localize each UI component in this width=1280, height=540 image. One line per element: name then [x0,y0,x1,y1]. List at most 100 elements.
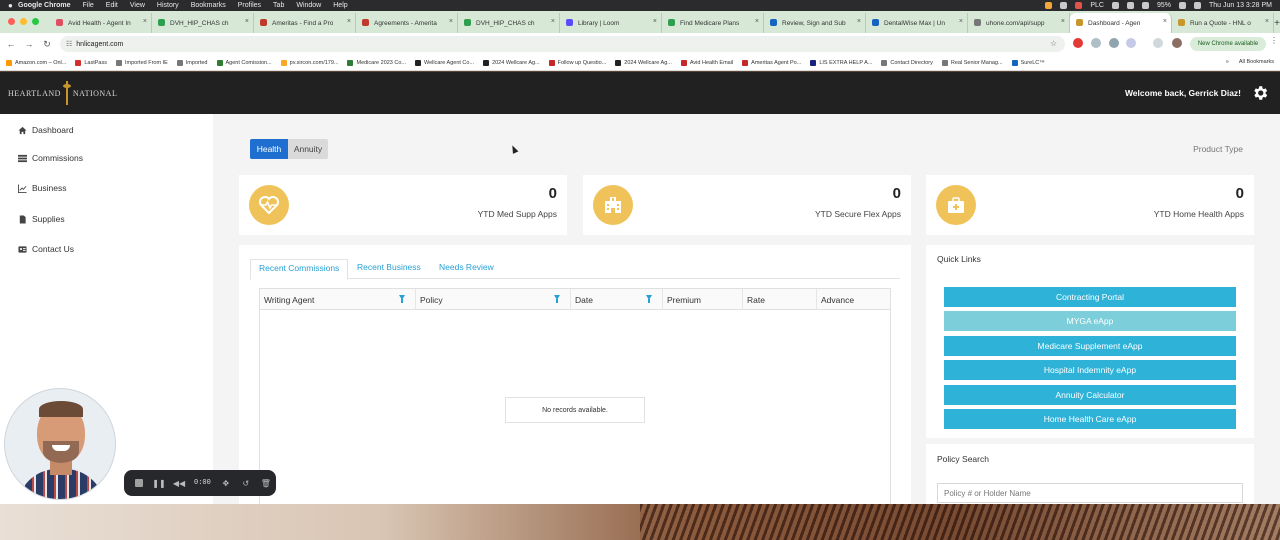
browser-tab[interactable]: DVH_HIP_CHAS ch × [152,13,254,33]
battery-percent[interactable]: 95% [1157,2,1171,9]
browser-tab[interactable]: DVH_HIP_CHAS ch × [458,13,560,33]
status-icon[interactable] [1075,2,1083,9]
hospital-indemnity-eapp-button[interactable]: Hospital Indemnity eApp [944,360,1236,380]
browser-tab[interactable]: Ameritas - Find a Pro × [254,13,356,33]
bookmark-item[interactable]: SureLC™ [1011,59,1045,66]
browser-tab[interactable]: Dashboard - Agen × [1070,13,1172,33]
close-tab-icon[interactable]: × [1061,18,1065,25]
filter-icon[interactable] [646,295,652,303]
all-bookmarks-folder[interactable]: All Bookmarks [1239,59,1274,65]
sidebar-item-business[interactable]: Business [18,183,67,193]
bookmark-item[interactable]: LastPass [75,59,107,66]
close-window-icon[interactable] [8,18,15,25]
column-header-policy[interactable]: Policy [416,289,571,310]
menu-help[interactable]: Help [333,2,347,9]
bookmark-item[interactable]: Follow up Questio... [548,59,606,66]
forward-icon[interactable]: → [22,39,36,49]
menu-profiles[interactable]: Profiles [238,2,261,9]
bookmark-item[interactable]: pv.sircon.com/179... [280,59,338,66]
bookmark-item[interactable]: Real Senior Manag... [941,59,1003,66]
browser-tab[interactable]: Run a Quote - HNL o × [1172,13,1274,33]
drag-handle-icon[interactable]: ✥ [221,478,231,488]
bookmark-item[interactable]: Medicare 2023 Co... [347,59,406,66]
status-icon[interactable] [1141,2,1149,9]
close-tab-icon[interactable]: × [959,18,963,25]
browser-tab[interactable]: uhone.com/api/supp × [968,13,1070,33]
webcam-bubble[interactable] [4,388,116,500]
medicare-supplement-eapp-button[interactable]: Medicare Supplement eApp [944,336,1236,356]
new-tab-button[interactable]: + [1274,13,1280,33]
close-tab-icon[interactable]: × [755,18,759,25]
bookmark-item[interactable]: Ameritas Agent Po... [742,59,801,66]
new-chrome-available-button[interactable]: New Chrome available [1190,37,1266,51]
menu-window[interactable]: Window [296,2,321,9]
extension-icon[interactable] [1073,38,1083,48]
policy-search-input[interactable] [937,483,1243,503]
apple-icon[interactable]: ● [8,1,18,10]
browser-tab[interactable]: Review, Sign and Sub × [764,13,866,33]
more-bookmarks-icon[interactable]: » [1226,59,1229,65]
column-header-writing-agent[interactable]: Writing Agent [260,289,416,310]
restart-icon[interactable]: ↺ [241,478,251,488]
stop-recording-icon[interactable] [134,478,144,488]
menu-app-name[interactable]: Google Chrome [18,2,71,9]
annuity-toggle-button[interactable]: Annuity [288,139,328,159]
status-icon[interactable] [1111,2,1119,9]
maximize-window-icon[interactable] [32,18,39,25]
tab-recent-business[interactable]: Recent Business [357,262,421,272]
browser-tab[interactable]: DentalWise Max | Un × [866,13,968,33]
browser-tab[interactable]: Find Medicare Plans × [662,13,764,33]
downloads-icon[interactable] [1153,38,1163,48]
close-tab-icon[interactable]: × [653,18,657,25]
bookmark-star-icon[interactable]: ☆ [1050,39,1057,48]
bookmark-item[interactable]: LIS EXTRA HELP A... [810,59,872,66]
contracting-portal-button[interactable]: Contracting Portal [944,287,1236,307]
sidebar-item-supplies[interactable]: Supplies [18,214,65,224]
close-tab-icon[interactable]: × [551,18,555,25]
sidebar-item-commissions[interactable]: Commissions [18,153,83,163]
status-icon[interactable] [1060,2,1068,9]
filter-icon[interactable] [399,295,405,303]
plc-status[interactable]: PLC [1090,2,1104,9]
gear-icon[interactable] [1251,84,1269,102]
tab-search-icon[interactable] [1126,38,1136,48]
browser-tab[interactable]: Library | Loom × [560,13,662,33]
menu-history[interactable]: History [157,2,179,9]
close-tab-icon[interactable]: × [449,18,453,25]
extensions-puzzle-icon[interactable] [1109,38,1119,48]
close-tab-icon[interactable]: × [857,18,861,25]
column-header-rate[interactable]: Rate [743,289,817,310]
filter-icon[interactable] [554,295,560,303]
menu-file[interactable]: File [83,2,94,9]
home-health-care-eapp-button[interactable]: Home Health Care eApp [944,409,1236,429]
bookmark-item[interactable]: Amazon.com – Onl... [6,59,66,66]
site-info-icon[interactable]: ☷ [66,40,72,48]
health-toggle-button[interactable]: Health [250,139,288,159]
bookmark-item[interactable]: Imported [176,59,208,66]
close-tab-icon[interactable]: × [1163,18,1167,25]
menu-edit[interactable]: Edit [106,2,118,9]
close-tab-icon[interactable]: × [347,18,351,25]
column-header-advance[interactable]: Advance [817,289,890,310]
status-icon[interactable] [1045,2,1053,9]
myga-eapp-button[interactable]: MYGA eApp [944,311,1236,331]
bookmark-item[interactable]: 2024 Wellcare Ag... [615,59,672,66]
close-tab-icon[interactable]: × [143,18,147,25]
sidebar-item-contact-us[interactable]: Contact Us [18,244,74,254]
column-header-date[interactable]: Date [571,289,663,310]
bookmark-item[interactable]: Wellcare Agent Co... [415,59,474,66]
bookmark-item[interactable]: 2024 Wellcare Ag... [483,59,540,66]
profile-avatar-icon[interactable] [1172,38,1182,48]
bookmark-item[interactable]: Agent Comission... [216,59,272,66]
extension-icon[interactable] [1091,38,1101,48]
menu-bookmarks[interactable]: Bookmarks [191,2,226,9]
tab-recent-commissions[interactable]: Recent Commissions [250,259,349,280]
tab-needs-review[interactable]: Needs Review [439,262,494,272]
back-icon[interactable]: ← [4,39,18,49]
menu-view[interactable]: View [130,2,145,9]
reload-icon[interactable]: ↻ [40,39,54,50]
menu-tab[interactable]: Tab [273,2,284,9]
rewind-icon[interactable]: ◀◀ [173,478,185,488]
wifi-icon[interactable] [1178,2,1186,9]
clock[interactable]: Thu Jun 13 3:28 PM [1209,2,1272,9]
